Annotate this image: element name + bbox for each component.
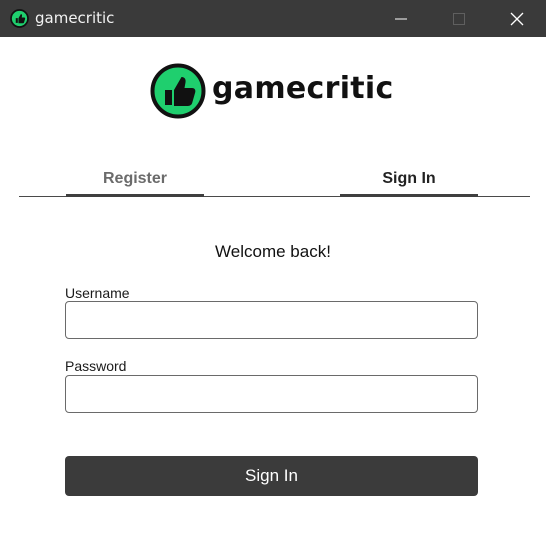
window-title: gamecritic (35, 9, 115, 27)
maximize-button[interactable] (430, 0, 488, 37)
tab-register[interactable]: Register (66, 160, 204, 198)
sign-in-button[interactable]: Sign In (65, 456, 478, 496)
maximize-icon (453, 12, 465, 25)
password-label: Password (65, 358, 127, 374)
username-field[interactable] (65, 301, 478, 339)
thumbs-up-logo-icon (10, 9, 29, 28)
tab-sign-in-label: Sign In (382, 170, 436, 187)
thumbs-up-logo-icon (150, 63, 206, 119)
minimize-button[interactable] (372, 0, 430, 37)
auth-tabs: Register Sign In (19, 160, 530, 198)
password-field[interactable] (65, 375, 478, 413)
brand-logo: gamecritic (150, 63, 394, 119)
close-button[interactable] (488, 0, 546, 37)
tab-sign-in-underline (340, 194, 478, 197)
close-icon (510, 12, 524, 25)
minimize-icon (395, 18, 407, 19)
title-bar: gamecritic (0, 0, 546, 37)
username-label: Username (65, 285, 130, 301)
brand-name: gamecritic (212, 71, 394, 106)
tab-sign-in[interactable]: Sign In (340, 160, 478, 198)
welcome-heading: Welcome back! (215, 242, 331, 261)
tab-register-label: Register (102, 170, 168, 187)
tab-register-underline (66, 194, 204, 197)
